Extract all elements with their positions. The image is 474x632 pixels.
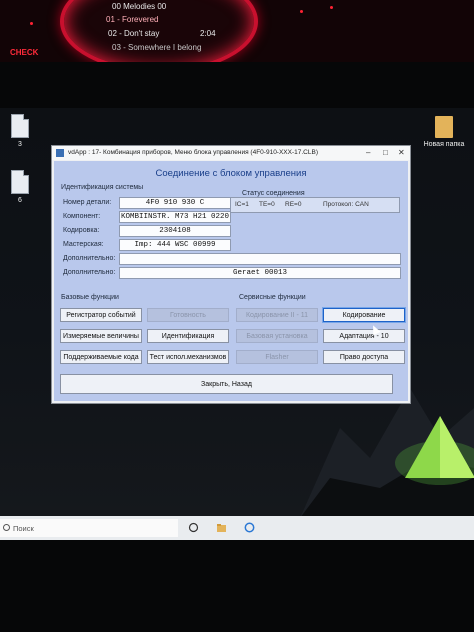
task-view-icon[interactable] [188,522,199,533]
desktop-file-label: 6 [18,197,22,204]
folder-icon [435,116,453,138]
desktop-folder-label: Новая папка [423,141,465,148]
event-recorder-button[interactable]: Регистратор событий [60,308,142,322]
close-back-button[interactable]: Закрыть, Назад [60,374,393,394]
additional-field-1 [119,253,401,265]
desktop-new-folder[interactable]: Новая папка [420,116,468,148]
flasher-button[interactable]: Flasher [236,350,318,364]
taskbar: Поиск [0,516,474,540]
dashboard-track-time: 2:04 [200,29,216,38]
panel-header: Соединение с блоком управления [155,168,307,179]
access-rights-button[interactable]: Право доступа [323,350,405,364]
dashboard-check-label: CHECK [10,48,39,57]
additional-label-2: Дополнительно: [63,269,116,276]
file-explorer-icon[interactable] [216,522,227,533]
car-dashboard-photo: 00 Melodies 00 01 - Forevered 02 - Don't… [0,0,474,62]
component-label: Компонент: [63,213,101,220]
desktop-file-6[interactable]: 6 [0,170,40,204]
additional-field-2: Geraet 00013 [119,267,401,279]
warning-light-icon [330,6,333,9]
file-icon [11,170,29,194]
status-protocol: Протокол: CAN [323,201,369,208]
minimize-icon[interactable]: – [366,148,370,157]
app-icon [56,149,64,157]
part-number-label: Номер детали: [63,199,112,206]
dashboard-track-3: 03 - Somewhere I belong [112,43,202,52]
measured-values-button[interactable]: Измеряемые величины [60,329,142,343]
file-icon [11,114,29,138]
coding-label: Кодировка: [63,227,100,234]
workshop-field: Imp: 444 WSC 00999 [119,239,231,251]
connection-status-box: IC=1 TE=0 RE=0 Протокол: CAN [230,197,400,213]
coding-ii-button[interactable]: Кодирование II - 11 [236,308,318,322]
workshop-label: Мастерская: [63,241,104,248]
supported-codes-button[interactable]: Поддерживаемые кода [60,350,142,364]
additional-label-1: Дополнительно: [63,255,116,262]
service-functions-label: Сервисные функции [239,294,306,301]
dashboard-track-title: 00 Melodies 00 [112,2,167,11]
adaptation-button[interactable]: Адаптация - 10 [323,329,405,343]
basic-setting-button[interactable]: Базовая установка [236,329,318,343]
identification-group-label: Идентификация системы [61,184,144,191]
actuator-test-button[interactable]: Тест испол.механизмов [147,350,229,364]
status-re: RE=0 [285,201,302,208]
window-title: vdApp : 17- Комбинация приборов, Меню бл… [68,149,318,156]
status-te: TE=0 [259,201,275,208]
window-titlebar[interactable]: vdApp : 17- Комбинация приборов, Меню бл… [52,146,410,160]
vdapp-window: vdApp : 17- Комбинация приборов, Меню бл… [51,145,411,404]
search-placeholder: Поиск [13,524,34,533]
readiness-button[interactable]: Готовность [147,308,229,322]
dashboard-track-1: 01 - Forevered [106,15,159,24]
control-unit-panel: Соединение с блоком управления Идентифик… [54,161,408,401]
maximize-icon[interactable]: □ [383,148,388,157]
warning-light-icon [300,10,303,13]
browser-icon[interactable] [244,522,255,533]
search-icon [3,524,10,531]
close-icon[interactable]: ✕ [398,148,405,157]
desktop-file-3[interactable]: 3 [0,114,40,148]
dashboard-track-2: 02 - Don't stay [108,29,160,38]
component-field: KOMBIINSTR. M73 H21 0220 [119,211,231,223]
status-ic: IC=1 [235,201,249,208]
desktop-file-label: 3 [18,141,22,148]
basic-functions-label: Базовые функции [61,294,119,301]
glowing-tent-image [395,416,474,485]
connection-status-label: Статус соединения [242,190,305,197]
coding-button[interactable]: Кодирование [323,308,405,322]
part-number-field: 4F0 910 930 C [119,197,231,209]
warning-light-icon [30,22,33,25]
coding-field: 2304108 [119,225,231,237]
taskbar-search[interactable]: Поиск [0,519,178,537]
identification-button[interactable]: Идентификация [147,329,229,343]
